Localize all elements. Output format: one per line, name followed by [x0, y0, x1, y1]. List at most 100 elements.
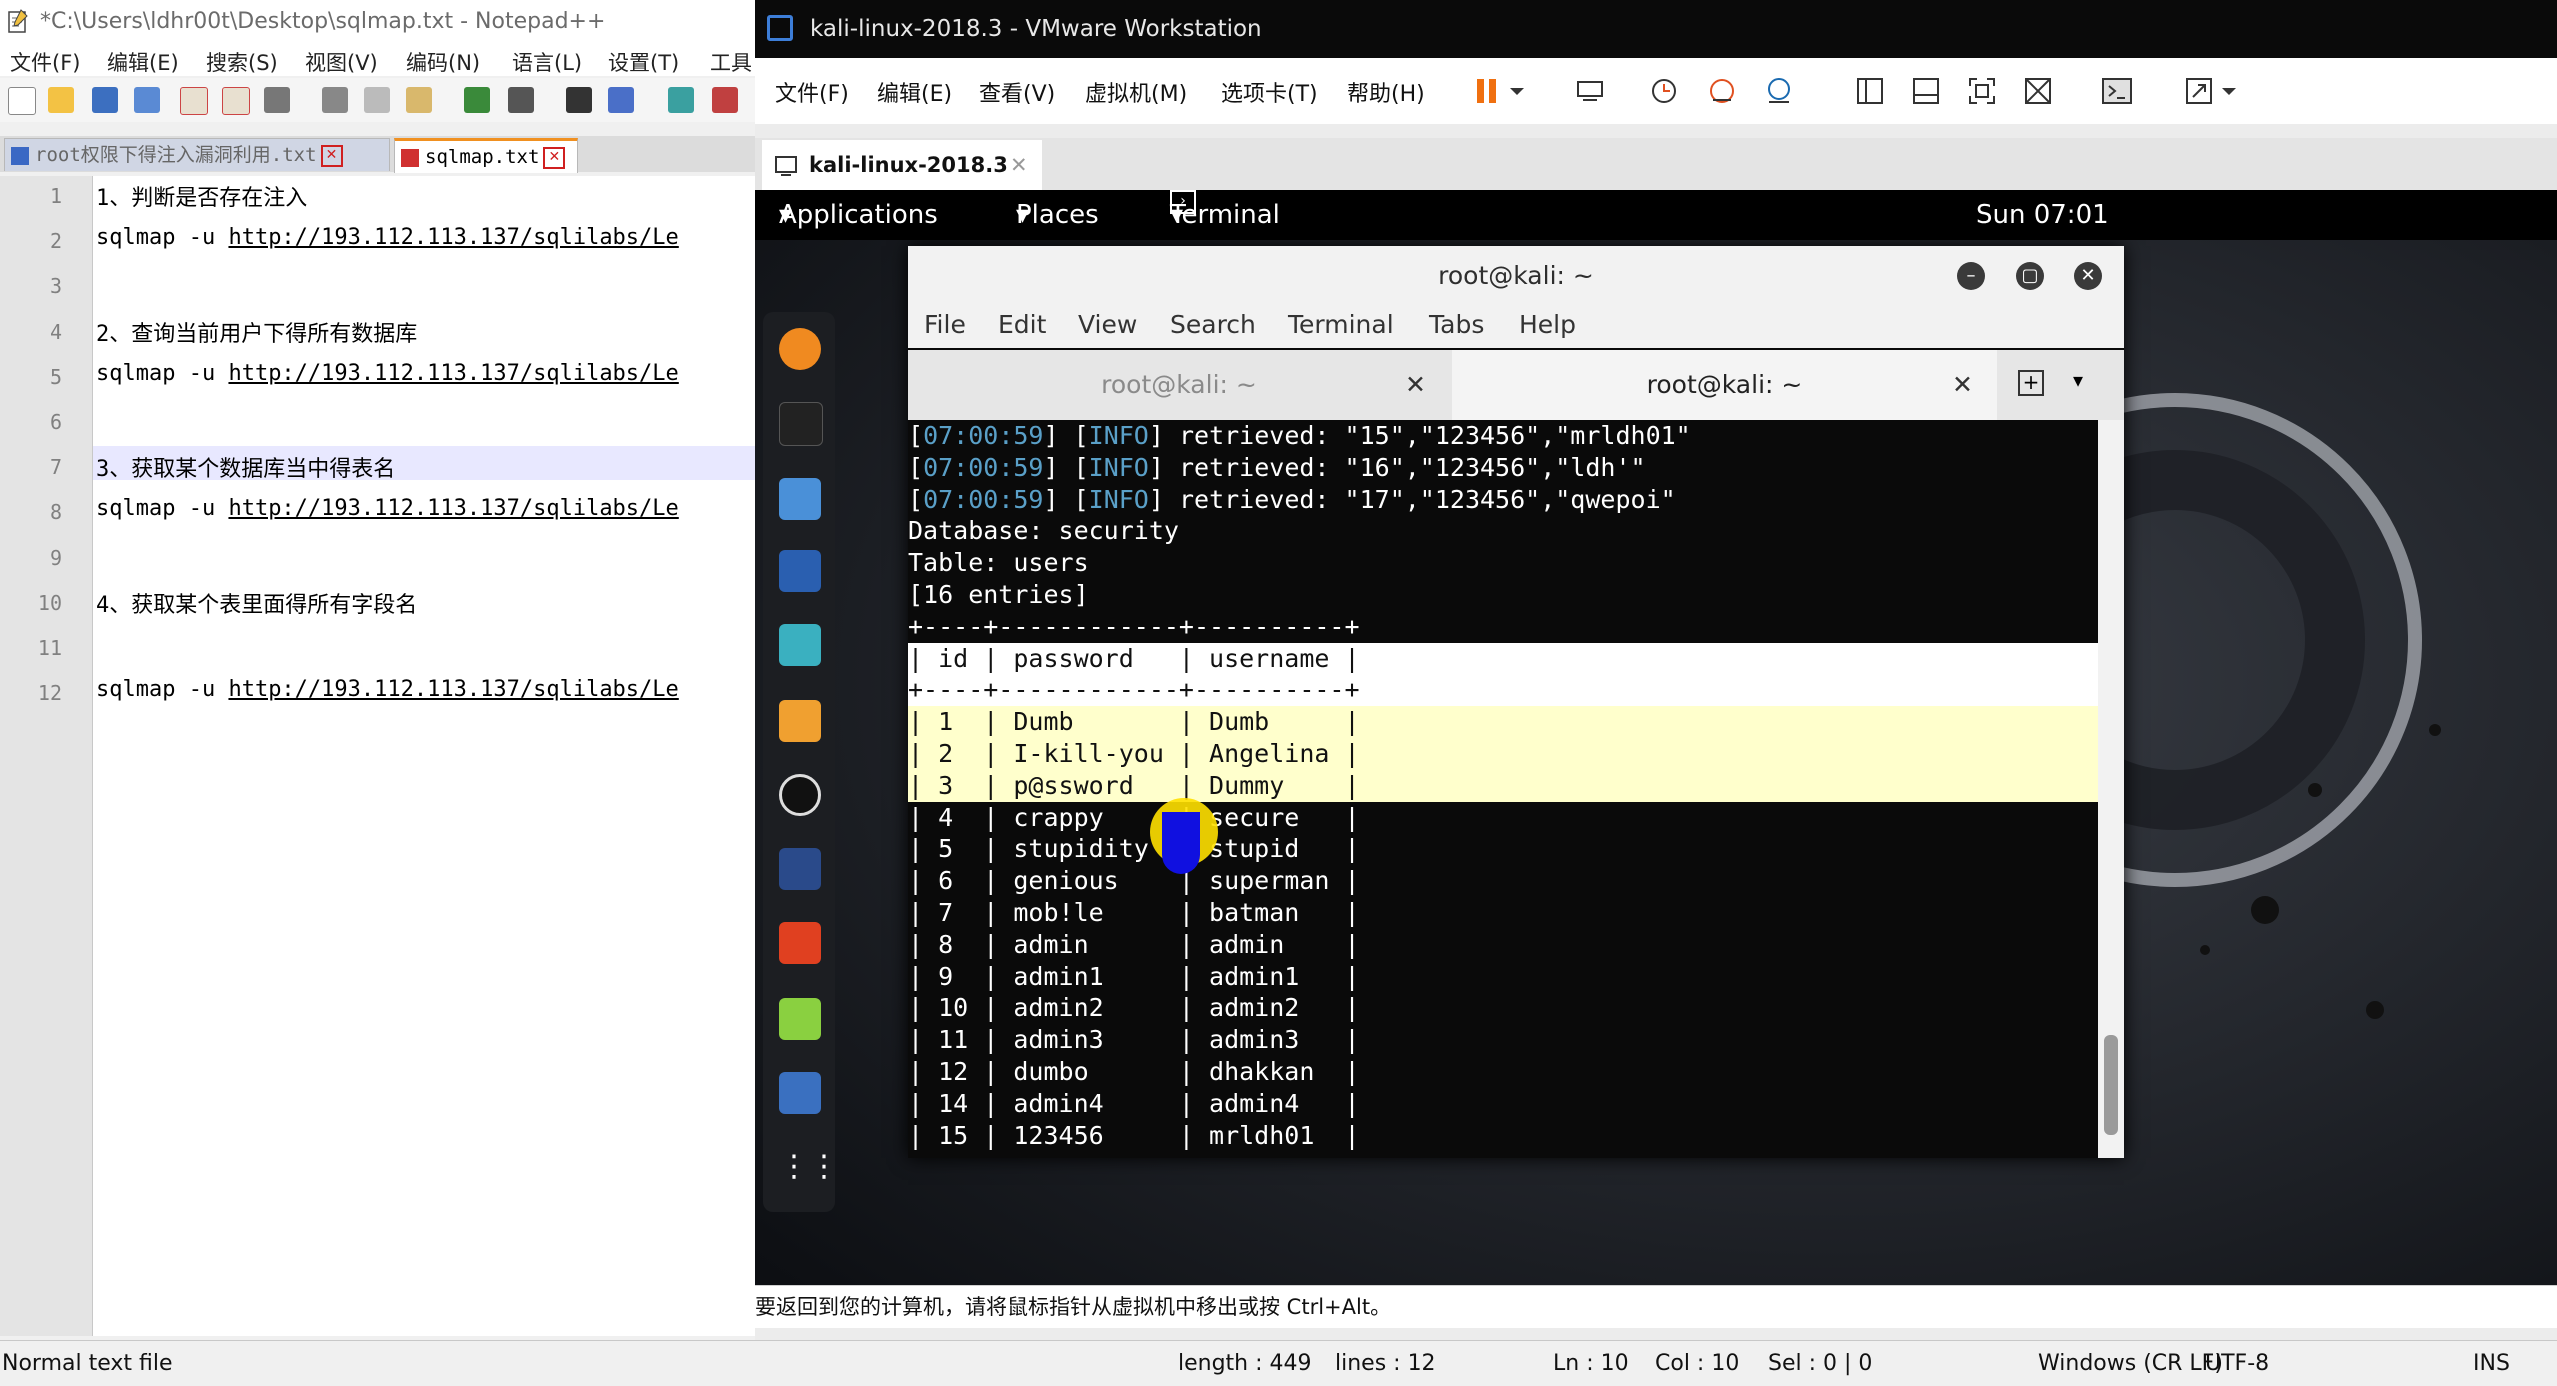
files-icon[interactable] [779, 478, 821, 520]
terminal-app-menu[interactable]: › Terminal ▾ [1170, 190, 1280, 240]
line-number: 9 [49, 545, 62, 570]
vm-menu-file[interactable]: 文件(F) [775, 76, 849, 108]
places-menu[interactable]: Places ▾ [1016, 190, 1099, 240]
code-line[interactable]: 3、获取某个数据库当中得表名 [96, 451, 395, 483]
code-line[interactable]: 2、查询当前用户下得所有数据库 [96, 316, 417, 348]
close-all-icon[interactable] [222, 87, 250, 115]
save-all-icon[interactable] [134, 87, 160, 113]
chevron-down-icon[interactable] [1507, 74, 1527, 108]
paste-icon[interactable] [406, 87, 432, 113]
zoom-out-icon[interactable] [712, 87, 738, 113]
open-folder-icon[interactable] [48, 87, 74, 113]
close-icon[interactable]: ✕ [1010, 140, 1028, 190]
term-menu-search[interactable]: Search [1170, 310, 1256, 339]
undo-icon[interactable] [464, 87, 490, 113]
tab-sqlmap-txt[interactable]: sqlmap.txt ✕ [394, 138, 578, 173]
beef-icon[interactable] [779, 774, 821, 816]
terminal-scrollbar[interactable] [2098, 420, 2124, 1158]
term-menu-help[interactable]: Help [1519, 310, 1576, 339]
menu-encoding[interactable]: 编码(N) [406, 47, 480, 77]
menu-file[interactable]: 文件(F) [10, 47, 80, 77]
snapshot-manager-icon[interactable] [1762, 74, 1796, 108]
maltego-icon[interactable] [779, 848, 821, 890]
url-link[interactable]: http://193.112.113.137/sqlilabs/Le [228, 496, 678, 521]
line-number: 3 [49, 274, 62, 299]
print-icon[interactable] [264, 87, 290, 113]
vm-menu-vm[interactable]: 虚拟机(M) [1085, 76, 1187, 108]
new-file-icon[interactable] [8, 87, 36, 115]
terminal-tab-1[interactable]: root@kali: ~ ✕ [908, 350, 1450, 420]
term-menu-tabs[interactable]: Tabs [1429, 310, 1484, 339]
url-link[interactable]: http://193.112.113.137/sqlilabs/Le [228, 677, 678, 702]
maximize-icon[interactable]: ▢ [2016, 262, 2044, 290]
cut-icon[interactable] [322, 87, 348, 113]
minimize-icon[interactable]: – [1957, 262, 1985, 290]
scrollbar-thumb[interactable] [2104, 1035, 2118, 1135]
close-icon[interactable]: ✕ [2074, 262, 2102, 290]
burpsuite-icon[interactable] [779, 700, 821, 742]
new-tab-icon[interactable]: + [2018, 370, 2044, 396]
tab-root-injection-txt[interactable]: root权限下得注入漏洞利用.txt ✕ [4, 138, 390, 171]
code-line[interactable]: sqlmap -u http://193.112.113.137/sqlilab… [96, 225, 679, 250]
notepad-editor[interactable] [0, 176, 755, 1336]
sidebar-toggle-icon[interactable] [1853, 74, 1887, 108]
vm-menu-help[interactable]: 帮助(H) [1347, 76, 1425, 108]
leafpad-icon[interactable] [779, 998, 821, 1040]
code-line[interactable]: 1、判断是否存在注入 [96, 180, 307, 212]
vm-tab-kali[interactable]: kali-linux-2018.3 ✕ [762, 140, 1042, 190]
code-line[interactable]: sqlmap -u http://193.112.113.137/sqlilab… [96, 496, 679, 521]
full-screen-icon[interactable] [1965, 74, 1999, 108]
url-link[interactable]: http://193.112.113.137/sqlilabs/Le [228, 361, 678, 386]
applications-menu[interactable]: Applications ▾ [779, 190, 938, 240]
vm-menu-edit[interactable]: 编辑(E) [877, 76, 952, 108]
close-tab-icon[interactable]: ✕ [1952, 350, 1973, 420]
redo-icon[interactable] [508, 87, 534, 113]
close-tab-icon[interactable]: ✕ [320, 144, 343, 167]
vm-menu-view[interactable]: 查看(V) [979, 76, 1055, 108]
save-icon[interactable] [92, 87, 118, 113]
armitage-icon[interactable] [779, 624, 821, 666]
firefox-icon[interactable] [779, 328, 821, 370]
close-tab-icon[interactable]: ✕ [1405, 350, 1426, 420]
zoom-in-icon[interactable] [668, 87, 694, 113]
find-icon[interactable] [566, 87, 592, 113]
metasploit-icon[interactable] [779, 550, 821, 592]
replace-icon[interactable] [608, 87, 634, 113]
menu-tools[interactable]: 工具 [710, 47, 752, 77]
code-line[interactable]: sqlmap -u http://193.112.113.137/sqlilab… [96, 677, 679, 702]
revert-snapshot-icon[interactable] [1705, 74, 1739, 108]
menu-settings[interactable]: 设置(T) [608, 47, 679, 77]
faraday-icon[interactable] [779, 922, 821, 964]
menu-search[interactable]: 搜索(S) [206, 47, 278, 77]
stretch-guest-icon[interactable] [2182, 74, 2216, 108]
thumbnail-bar-icon[interactable] [1909, 74, 1943, 108]
code-line[interactable]: 4、获取某个表里面得所有字段名 [96, 587, 417, 619]
clock[interactable]: Sun 07:01 [1976, 190, 2109, 240]
tools-icon[interactable] [779, 1072, 821, 1114]
term-menu-view[interactable]: View [1078, 310, 1137, 339]
url-link[interactable]: http://193.112.113.137/sqlilabs/Le [228, 225, 678, 250]
vm-menu-tabs[interactable]: 选项卡(T) [1221, 76, 1318, 108]
console-view-icon[interactable] [2100, 74, 2134, 108]
menu-language[interactable]: 语言(L) [512, 47, 582, 77]
terminal-dock-icon[interactable] [779, 402, 823, 446]
menu-edit[interactable]: 编辑(E) [107, 47, 179, 77]
tabs-dropdown-icon[interactable]: ▾ [2073, 368, 2083, 392]
close-tab-icon[interactable]: ✕ [543, 146, 566, 169]
term-menu-edit[interactable]: Edit [998, 310, 1046, 339]
chevron-down-icon[interactable] [2219, 74, 2239, 108]
term-menu-file[interactable]: File [924, 310, 966, 339]
close-file-icon[interactable] [180, 87, 208, 115]
pause-icon[interactable] [1470, 74, 1504, 108]
snapshot-icon[interactable] [1647, 74, 1681, 108]
term-menu-terminal[interactable]: Terminal [1288, 310, 1394, 339]
menu-view[interactable]: 视图(V) [305, 47, 378, 77]
code-line[interactable]: sqlmap -u http://193.112.113.137/sqlilab… [96, 361, 679, 386]
terminal-tab-2[interactable]: root@kali: ~ ✕ [1452, 350, 1997, 420]
show-apps-icon[interactable]: ⋮⋮ [779, 1146, 839, 1188]
terminal-output[interactable]: [07:00:59] [INFO] retrieved: "15","12345… [908, 420, 2098, 1158]
copy-icon[interactable] [364, 87, 390, 113]
unity-icon[interactable] [2021, 74, 2055, 108]
status-ln: Ln : 10 [1553, 1351, 1629, 1376]
send-ctrl-alt-del-icon[interactable] [1573, 74, 1607, 108]
